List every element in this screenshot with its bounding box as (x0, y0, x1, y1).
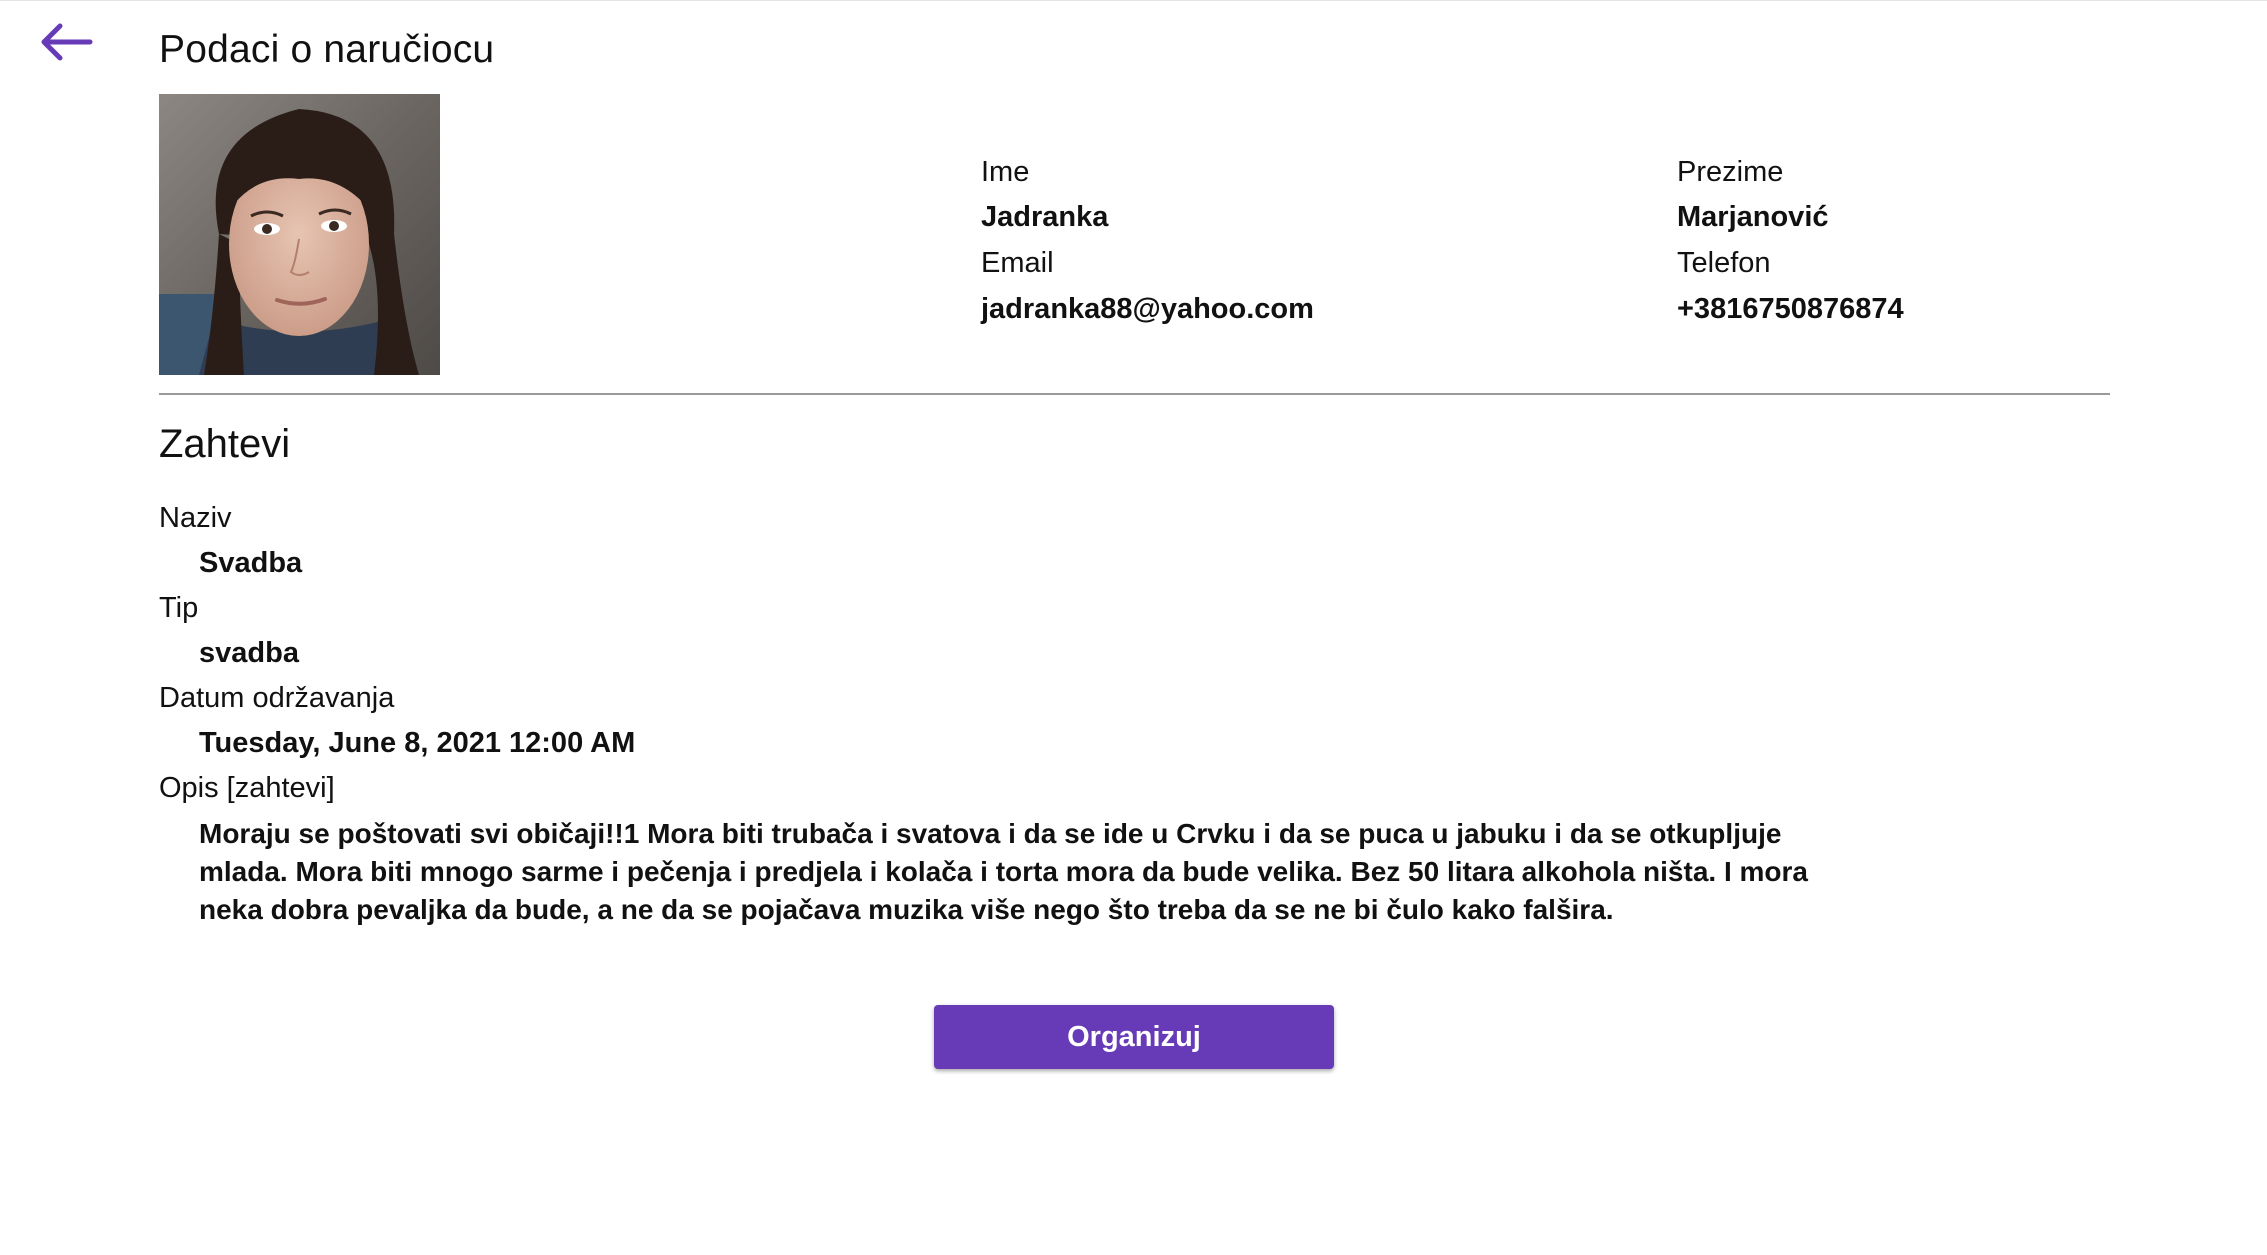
request-name-label: Naziv (159, 502, 232, 534)
last-name-value: Marjanović (1677, 201, 1829, 233)
first-name-value: Jadranka (981, 201, 1109, 233)
arrow-left-icon (41, 23, 93, 61)
requests-title: Zahtevi (159, 422, 291, 466)
request-name-value: Svadba (199, 547, 303, 579)
phone-label: Telefon (1677, 247, 1771, 279)
request-type-label: Tip (159, 592, 199, 624)
first-name-label: Ime (981, 156, 1030, 188)
avatar (159, 94, 440, 375)
back-button[interactable] (38, 18, 98, 66)
request-date-label: Datum održavanja (159, 682, 395, 714)
email-label: Email (981, 247, 1054, 279)
request-description-value: Moraju se poštovati svi običaji!!1 Mora … (199, 818, 1808, 925)
request-type-value: svadba (199, 637, 299, 669)
request-date-value: Tuesday, June 8, 2021 12:00 AM (199, 727, 636, 759)
organize-button[interactable]: Organizuj (934, 1005, 1334, 1069)
last-name-label: Prezime (1677, 156, 1784, 188)
phone-value: +3816750876874 (1677, 293, 1904, 325)
page-title: Podaci o naručiocu (159, 28, 495, 71)
top-border (0, 0, 2267, 1)
divider (159, 393, 2110, 395)
request-description-label: Opis [zahtevi] (159, 772, 335, 804)
email-value: jadranka88@yahoo.com (981, 293, 1314, 325)
